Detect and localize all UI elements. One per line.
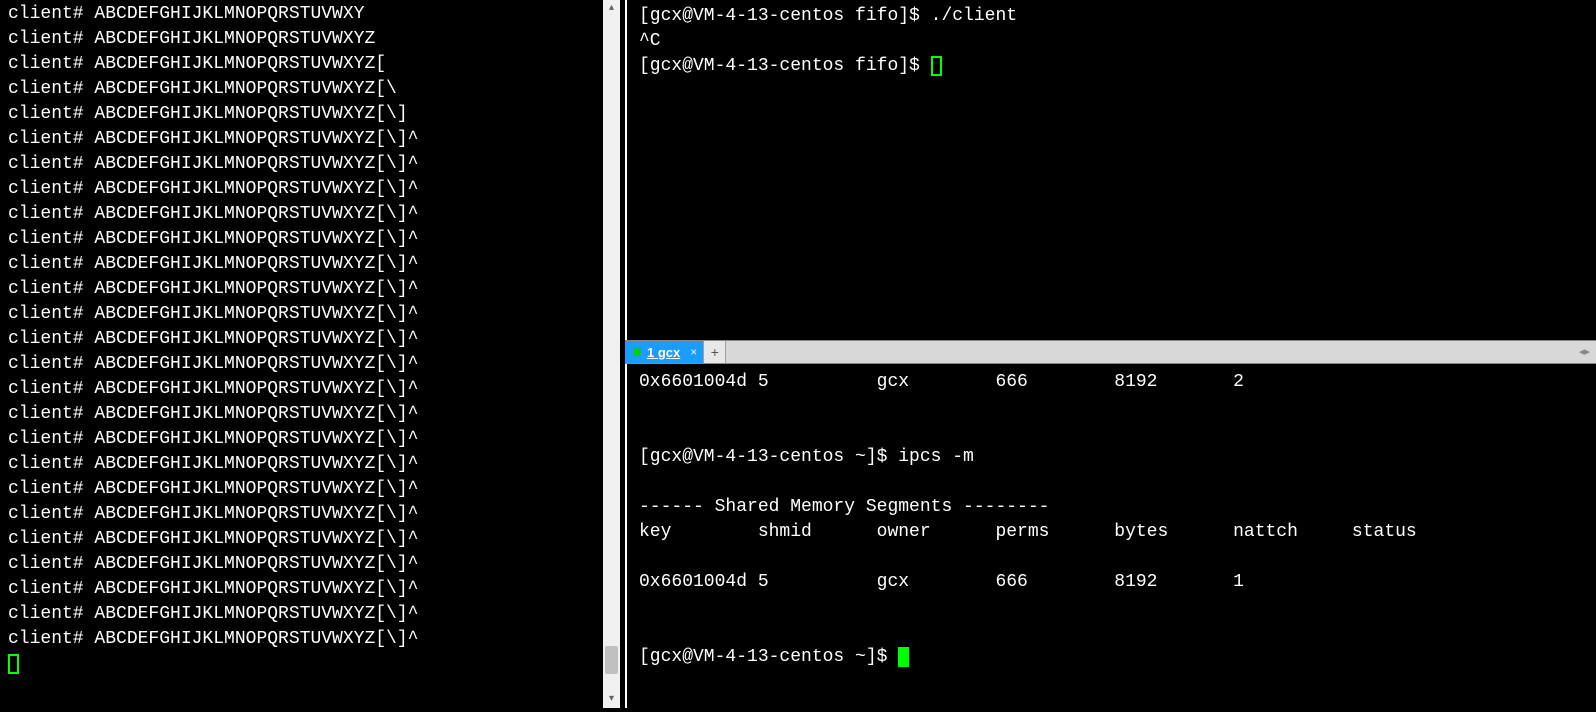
terminal-line: client# ABCDEFGHIJKLMNOPQRSTUVWXYZ[\]^ [8, 527, 617, 552]
terminal-right-top[interactable]: [gcx@VM-4-13-centos fifo]$ ./client ^C [… [625, 0, 1596, 340]
prompt: [gcx@VM-4-13-centos ~]$ [639, 447, 898, 467]
terminal-line: client# ABCDEFGHIJKLMNOPQRSTUVWXYZ[\]^ [8, 127, 617, 152]
scroll-thumb[interactable] [605, 646, 618, 674]
terminal-line: client# ABCDEFGHIJKLMNOPQRSTUVWXYZ[ [8, 52, 617, 77]
new-tab-button[interactable]: + [704, 341, 726, 363]
terminal-line: client# ABCDEFGHIJKLMNOPQRSTUVWXYZ[\]^ [8, 327, 617, 352]
shm-header: ------ Shared Memory Segments -------- [639, 495, 1584, 520]
terminal-line [639, 545, 1584, 570]
terminal-line: [gcx@VM-4-13-centos fifo]$ ./client [639, 4, 1584, 29]
tab-nav-arrows[interactable]: ◂▸ [1579, 341, 1596, 363]
terminal-line: client# ABCDEFGHIJKLMNOPQRSTUVWXYZ[\]^ [8, 302, 617, 327]
cursor-icon [931, 56, 942, 76]
terminal-line: [gcx@VM-4-13-centos ~]$ ipcs -m [639, 445, 1584, 470]
tab-active[interactable]: 1 gcx × [625, 341, 704, 363]
command-text: ./client [931, 6, 1017, 26]
terminal-line: client# ABCDEFGHIJKLMNOPQRSTUVWXYZ[\]^ [8, 602, 617, 627]
shm-row: 0x6601004d 5 gcx 666 8192 1 [639, 570, 1584, 595]
terminal-line: client# ABCDEFGHIJKLMNOPQRSTUVWXYZ[\]^ [8, 377, 617, 402]
terminal-line [8, 652, 617, 677]
terminal-line: ^C [639, 29, 1584, 54]
terminal-line: client# ABCDEFGHIJKLMNOPQRSTUVWXYZ[\]^ [8, 352, 617, 377]
scroll-up-button[interactable]: ▴ [603, 0, 620, 17]
prompt: [gcx@VM-4-13-centos fifo]$ [639, 56, 931, 76]
terminal-line: client# ABCDEFGHIJKLMNOPQRSTUVWXYZ[\]^ [8, 152, 617, 177]
command-text: ipcs -m [898, 447, 974, 467]
close-icon[interactable]: × [686, 340, 697, 365]
terminal-line: client# ABCDEFGHIJKLMNOPQRSTUVWXYZ[\]^ [8, 627, 617, 652]
terminal-line: [gcx@VM-4-13-centos ~]$ [639, 645, 1584, 670]
terminal-line: client# ABCDEFGHIJKLMNOPQRSTUVWXYZ[\]^ [8, 252, 617, 277]
left-scrollbar[interactable]: ▴ ▾ [603, 0, 620, 708]
terminal-line: client# ABCDEFGHIJKLMNOPQRSTUVWXYZ[\]^ [8, 477, 617, 502]
terminal-line: client# ABCDEFGHIJKLMNOPQRSTUVWXYZ[\]^ [8, 202, 617, 227]
prompt: [gcx@VM-4-13-centos ~]$ [639, 647, 898, 667]
terminal-right-bottom[interactable]: 0x6601004d 5 gcx 666 8192 2 [gcx@VM-4-13… [625, 364, 1596, 708]
prompt: [gcx@VM-4-13-centos fifo]$ [639, 6, 931, 26]
terminal-line: [gcx@VM-4-13-centos fifo]$ [639, 54, 1584, 79]
shm-columns: key shmid owner perms bytes nattch statu… [639, 520, 1584, 545]
terminal-left-pane[interactable]: client# ABCDEFGHIJKLMNOPQRSTUVWXYclient#… [0, 0, 625, 708]
cursor-icon [898, 647, 909, 667]
terminal-line: client# ABCDEFGHIJKLMNOPQRSTUVWXYZ[\]^ [8, 452, 617, 477]
terminal-line: client# ABCDEFGHIJKLMNOPQRSTUVWXYZ[\]^ [8, 402, 617, 427]
terminal-line [639, 470, 1584, 495]
tab-label: 1 gcx [647, 340, 680, 365]
terminal-line: client# ABCDEFGHIJKLMNOPQRSTUVWXY [8, 2, 617, 27]
terminal-line: client# ABCDEFGHIJKLMNOPQRSTUVWXYZ[\]^ [8, 227, 617, 252]
tab-bar: 1 gcx × + ◂▸ [625, 340, 1596, 364]
terminal-line: client# ABCDEFGHIJKLMNOPQRSTUVWXYZ[\]^ [8, 177, 617, 202]
status-dot-icon [633, 348, 641, 356]
terminal-line [639, 620, 1584, 645]
terminal-line: client# ABCDEFGHIJKLMNOPQRSTUVWXYZ[\]^ [8, 427, 617, 452]
terminal-line: client# ABCDEFGHIJKLMNOPQRSTUVWXYZ[\]^ [8, 552, 617, 577]
scroll-down-button[interactable]: ▾ [603, 691, 620, 708]
terminal-line: client# ABCDEFGHIJKLMNOPQRSTUVWXYZ[\ [8, 77, 617, 102]
terminal-line: client# ABCDEFGHIJKLMNOPQRSTUVWXYZ[\]^ [8, 577, 617, 602]
terminal-line [639, 395, 1584, 420]
shm-row: 0x6601004d 5 gcx 666 8192 2 [639, 370, 1584, 395]
terminal-line [639, 595, 1584, 620]
terminal-line: client# ABCDEFGHIJKLMNOPQRSTUVWXYZ[\]^ [8, 502, 617, 527]
terminal-line: client# ABCDEFGHIJKLMNOPQRSTUVWXYZ [8, 27, 617, 52]
terminal-line [639, 420, 1584, 445]
terminal-line: client# ABCDEFGHIJKLMNOPQRSTUVWXYZ[\] [8, 102, 617, 127]
cursor-icon [8, 654, 19, 674]
terminal-line: client# ABCDEFGHIJKLMNOPQRSTUVWXYZ[\]^ [8, 277, 617, 302]
